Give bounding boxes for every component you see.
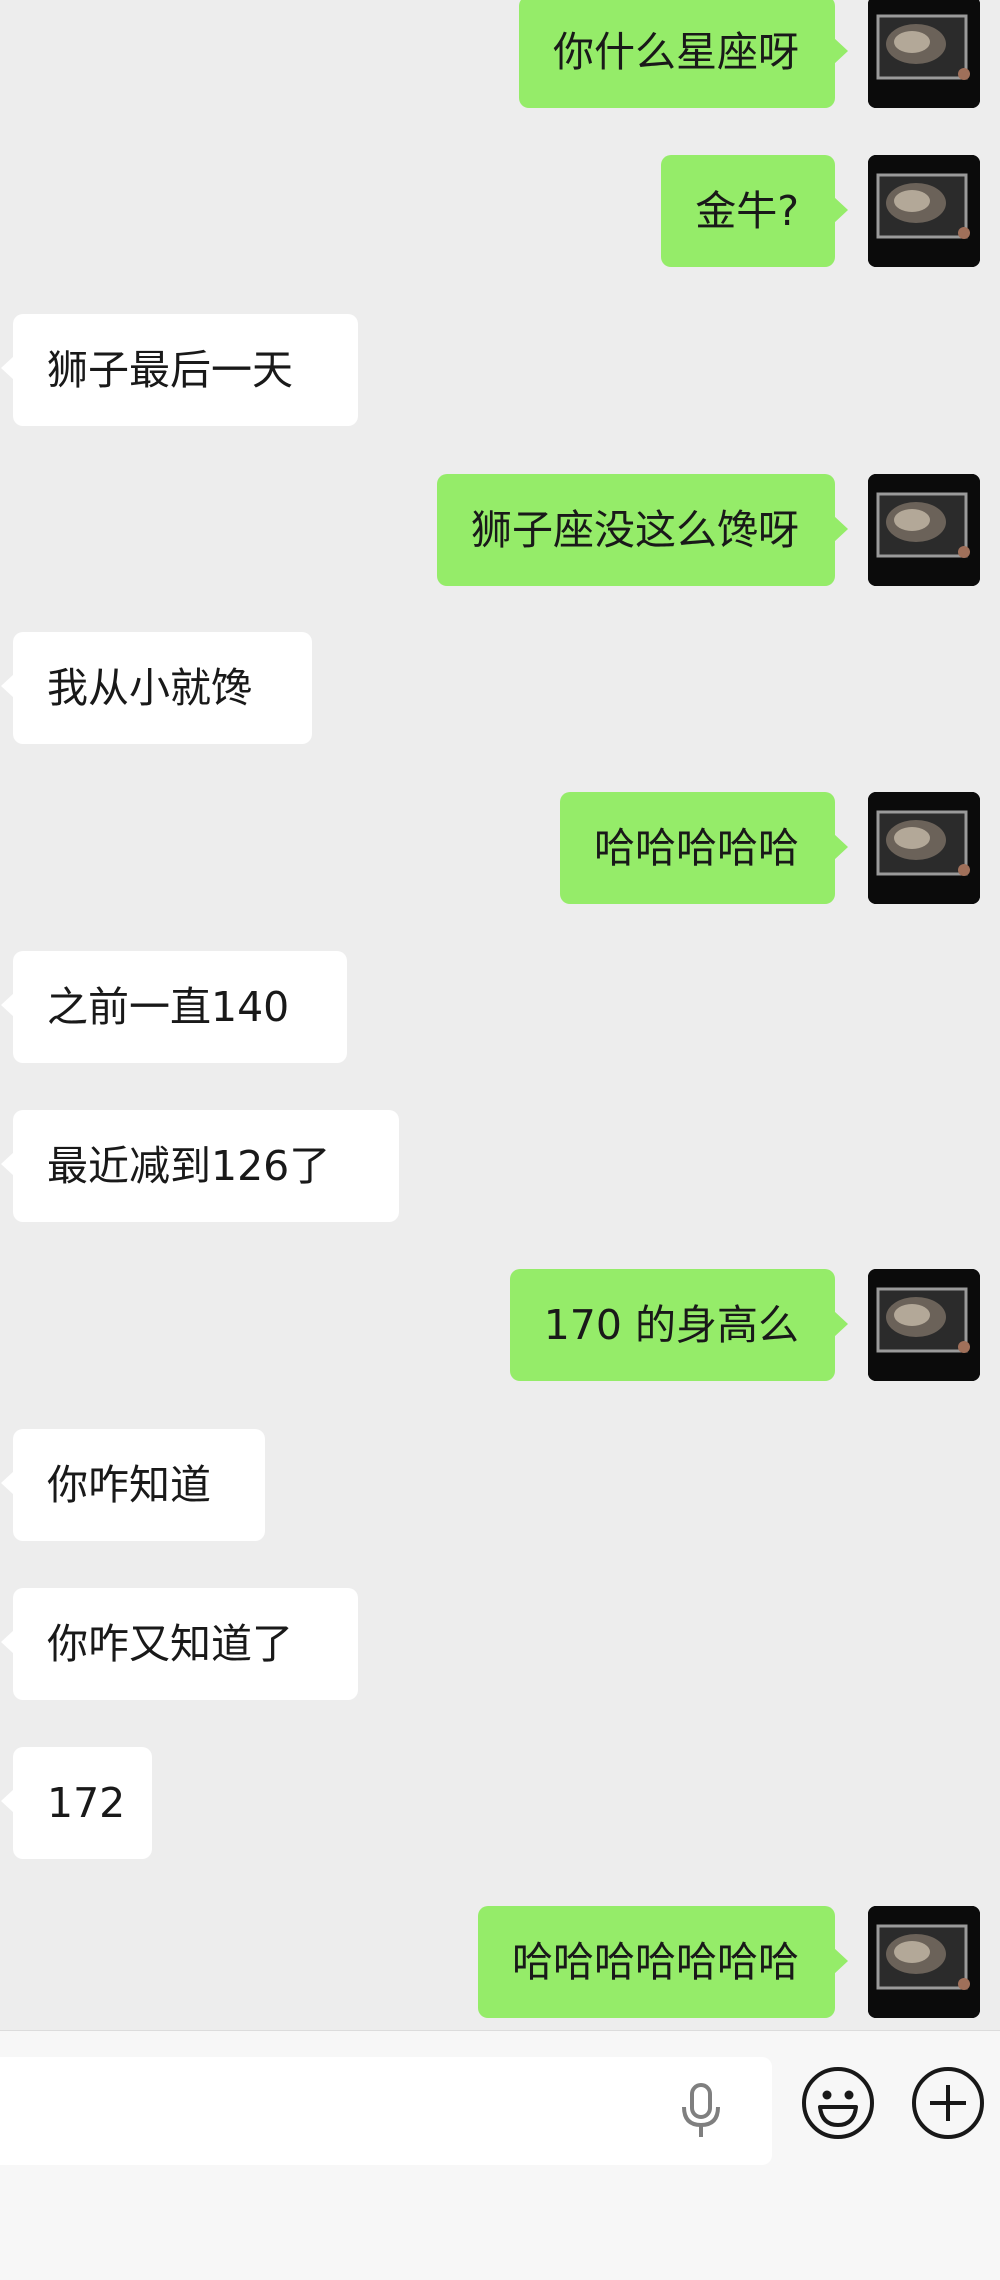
- avatar[interactable]: [868, 0, 980, 108]
- message-row-sent: 哈哈哈哈哈哈哈: [0, 1906, 1000, 2018]
- message-bubble-received[interactable]: 你咋又知道了: [1, 1588, 358, 1700]
- message-row-received: 172: [0, 1747, 1000, 1859]
- message-text: 哈哈哈哈哈哈哈: [512, 1938, 799, 1986]
- message-bubble-sent[interactable]: 狮子座没这么馋呀: [437, 474, 848, 586]
- avatar[interactable]: [868, 155, 980, 267]
- message-bubble-sent[interactable]: 哈哈哈哈哈: [560, 792, 848, 904]
- avatar[interactable]: [868, 474, 980, 586]
- message-text: 最近减到126了: [47, 1142, 331, 1190]
- message-text: 之前一直140: [47, 983, 290, 1031]
- message-text: 我从小就馋: [47, 664, 252, 712]
- chat-input-bar: [0, 2030, 1000, 2280]
- message-bubble-sent[interactable]: 金牛?: [661, 155, 848, 267]
- message-row-received: 你咋又知道了: [0, 1588, 1000, 1700]
- message-bubble-received[interactable]: 172: [1, 1747, 152, 1859]
- avatar[interactable]: [868, 1906, 980, 2018]
- message-row-sent: 170 的身高么: [0, 1269, 1000, 1381]
- avatar-image: [868, 1269, 980, 1381]
- message-bubble-received[interactable]: 之前一直140: [1, 951, 347, 1063]
- message-bubble-received[interactable]: 我从小就馋: [1, 632, 312, 744]
- message-text: 172: [47, 1779, 126, 1827]
- message-row-received: 之前一直140: [0, 951, 1000, 1063]
- avatar-image: [868, 1906, 980, 2018]
- avatar-image: [868, 0, 980, 108]
- message-bubble-received[interactable]: 最近减到126了: [1, 1110, 399, 1222]
- message-input[interactable]: [0, 2057, 772, 2165]
- avatar[interactable]: [868, 1269, 980, 1381]
- message-text: 你什么星座呀: [553, 28, 799, 76]
- message-row-sent: 狮子座没这么馋呀: [0, 474, 1000, 586]
- avatar-image: [868, 474, 980, 586]
- message-text: 170 的身高么: [543, 1301, 799, 1349]
- message-row-sent: 你什么星座呀: [0, 0, 1000, 112]
- message-text: 你咋知道: [47, 1461, 211, 1509]
- message-text: 金牛?: [695, 187, 799, 235]
- message-row-received: 你咋知道: [0, 1429, 1000, 1541]
- message-bubble-received[interactable]: 狮子最后一天: [1, 314, 358, 426]
- avatar[interactable]: [868, 792, 980, 904]
- message-bubble-sent[interactable]: 170 的身高么: [509, 1269, 849, 1381]
- emoji-icon[interactable]: [800, 2065, 876, 2141]
- message-row-received: 最近减到126了: [0, 1110, 1000, 1222]
- message-bubble-sent[interactable]: 哈哈哈哈哈哈哈: [478, 1906, 848, 2018]
- message-row-received: 我从小就馋: [0, 632, 1000, 744]
- message-text: 哈哈哈哈哈: [594, 824, 799, 872]
- message-bubble-received[interactable]: 你咋知道: [1, 1429, 265, 1541]
- chat-message-list[interactable]: 你什么星座呀 金牛? 狮子最后一天 狮子座没这么馋呀 我从小就馋 哈哈哈哈哈 之…: [0, 0, 1000, 2030]
- message-text: 狮子最后一天: [47, 346, 293, 394]
- avatar-image: [868, 792, 980, 904]
- message-text: 你咋又知道了: [47, 1620, 293, 1668]
- message-bubble-sent[interactable]: 你什么星座呀: [519, 0, 848, 108]
- voice-icon[interactable]: [678, 2081, 724, 2141]
- message-text: 狮子座没这么馋呀: [471, 506, 799, 554]
- message-row-sent: 金牛?: [0, 155, 1000, 267]
- plus-icon[interactable]: [910, 2065, 986, 2141]
- message-row-sent: 哈哈哈哈哈: [0, 792, 1000, 904]
- message-row-received: 狮子最后一天: [0, 314, 1000, 426]
- avatar-image: [868, 155, 980, 267]
